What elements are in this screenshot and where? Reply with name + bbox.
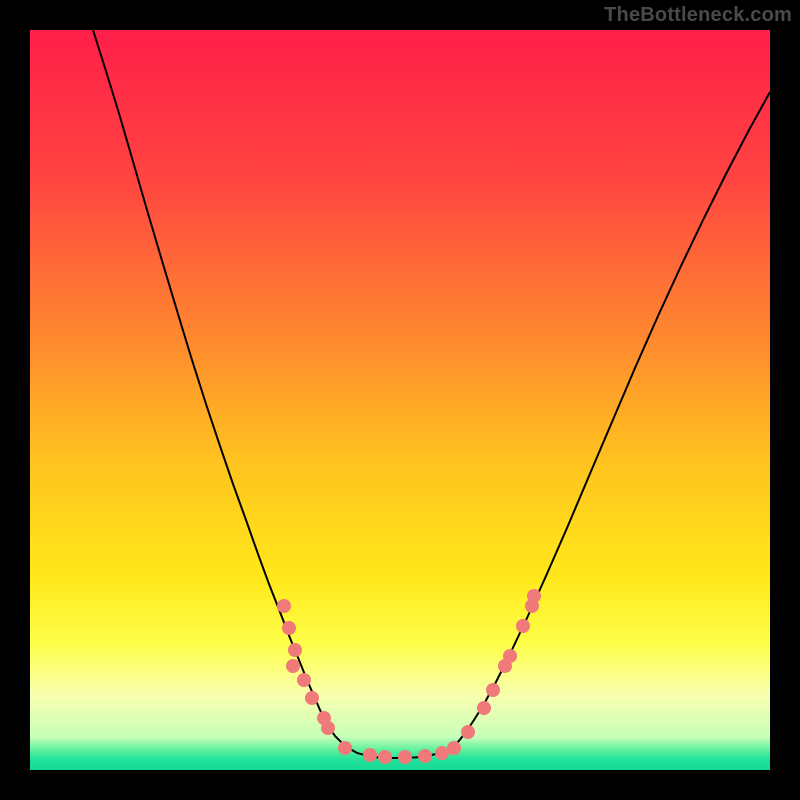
source-watermark: TheBottleneck.com xyxy=(604,4,792,27)
data-marker xyxy=(363,748,377,762)
data-marker xyxy=(277,599,291,613)
data-marker xyxy=(435,746,449,760)
data-marker xyxy=(527,589,541,603)
data-marker xyxy=(503,649,517,663)
gradient-background xyxy=(30,30,770,770)
data-marker xyxy=(297,673,311,687)
data-marker xyxy=(288,643,302,657)
chart-frame: TheBottleneck.com xyxy=(0,0,800,800)
chart-svg xyxy=(30,30,770,770)
data-marker xyxy=(477,701,491,715)
data-marker xyxy=(418,749,432,763)
data-marker xyxy=(305,691,319,705)
data-marker xyxy=(378,750,392,764)
plot-area xyxy=(30,30,770,770)
data-marker xyxy=(282,621,296,635)
data-marker xyxy=(461,725,475,739)
data-marker xyxy=(516,619,530,633)
data-marker xyxy=(486,683,500,697)
data-marker xyxy=(286,659,300,673)
data-marker xyxy=(321,721,335,735)
data-marker xyxy=(447,741,461,755)
data-marker xyxy=(338,741,352,755)
data-marker xyxy=(398,750,412,764)
